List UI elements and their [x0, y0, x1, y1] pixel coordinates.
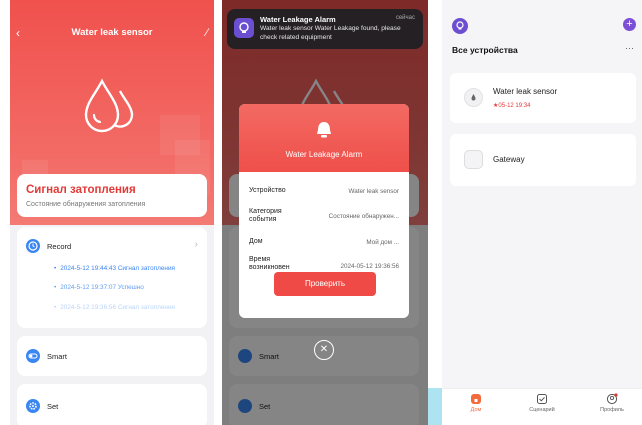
more-icon[interactable]: ···: [625, 43, 634, 53]
tab-scenario[interactable]: Сценарий: [517, 393, 567, 413]
set-label: Set: [47, 402, 59, 411]
device-name: Gateway: [493, 155, 525, 164]
field-value: Мой дом ...: [366, 239, 399, 246]
device-card-gateway[interactable]: Gateway: [450, 134, 636, 186]
field-value: Water leak sensor: [348, 188, 399, 195]
field-value: 2024-05-12 19:36:56: [340, 263, 399, 270]
chevron-right-icon: ›: [194, 239, 198, 250]
sensor-icon: [464, 88, 483, 107]
field-key: Устройство: [249, 187, 286, 194]
dialog-title: Water Leakage Alarm: [285, 150, 363, 159]
gateway-icon: [464, 150, 483, 169]
device-status-text: 05-12 19:34: [498, 103, 531, 109]
gear-icon: [26, 399, 40, 413]
home-icon: [471, 394, 481, 404]
device-screen: ‹ Water leak sensor ∕ Сигнал затопления …: [10, 0, 214, 425]
water-drops-icon: [84, 78, 134, 133]
field-value: Состояние обнаружен...: [328, 213, 399, 220]
page-title: Все устройства: [452, 45, 518, 55]
edge-strip: [428, 388, 442, 425]
check-button[interactable]: Проверить: [274, 272, 376, 296]
tab-label: Профиль: [600, 407, 624, 413]
add-device-button[interactable]: +: [623, 18, 636, 31]
set-card[interactable]: Set: [17, 384, 207, 425]
clock-icon: [26, 239, 40, 253]
device-card-water-leak[interactable]: Water leak sensor ★05-12 19:34: [450, 73, 636, 123]
field-key: Дом: [249, 238, 263, 245]
status-title: Сигнал затопления: [26, 184, 136, 196]
notification-time: сейчас: [395, 15, 415, 21]
top-nav: ‹ Water leak sensor ∕: [10, 24, 214, 42]
record-item: 2024-5-12 19:37:07 Успешно: [54, 284, 144, 291]
profile-icon: [606, 393, 618, 405]
status-subtitle: Состояние обнаружения затопления: [26, 201, 146, 208]
record-item: 2024-5-12 19:44:43 Сигнал затопления: [54, 265, 175, 272]
avatar[interactable]: [452, 18, 468, 34]
alarm-screen: Smart Set Water Leakage Alarm сейчас Wat…: [222, 0, 428, 425]
tab-label: Сценарий: [529, 407, 555, 413]
devices-screen: + Все устройства ··· Water leak sensor ★…: [442, 0, 642, 425]
edit-icon[interactable]: ∕: [206, 25, 208, 41]
close-icon[interactable]: ✕: [314, 340, 334, 360]
alarm-dialog: Water Leakage Alarm Устройство Water lea…: [239, 104, 409, 318]
bell-icon: [317, 122, 331, 138]
toggle-icon: [26, 349, 40, 363]
device-name: Water leak sensor: [493, 87, 558, 96]
checkbox-icon: [537, 394, 547, 404]
record-label: Record: [47, 242, 72, 251]
dialog-header: Water Leakage Alarm: [239, 104, 409, 172]
device-status: ★05-12 19:34: [493, 102, 530, 109]
status-card: Сигнал затопления Состояние обнаружения …: [17, 174, 207, 217]
smart-card[interactable]: Smart: [17, 336, 207, 376]
record-card[interactable]: Record › 2024-5-12 19:44:43 Сигнал затоп…: [17, 227, 207, 328]
app-icon: [234, 18, 254, 38]
tab-home[interactable]: Дом: [451, 393, 501, 413]
notification-body: Water leak sensor Water Leakage found, p…: [260, 25, 401, 41]
push-notification[interactable]: Water Leakage Alarm сейчас Water leak se…: [227, 9, 423, 49]
smart-label: Smart: [47, 352, 68, 361]
page-title: Water leak sensor: [71, 27, 153, 38]
record-item: 2024-5-12 19:36:56 Сигнал затопления: [54, 304, 175, 311]
field-key: Время возникновен: [249, 256, 290, 271]
notification-title: Water Leakage Alarm: [260, 15, 336, 24]
field-key: Категория события: [249, 208, 282, 223]
bottom-tab-bar: Дом Сценарий Профиль: [442, 388, 642, 425]
tab-label: Дом: [470, 407, 482, 413]
tab-profile[interactable]: Профиль: [587, 393, 637, 413]
